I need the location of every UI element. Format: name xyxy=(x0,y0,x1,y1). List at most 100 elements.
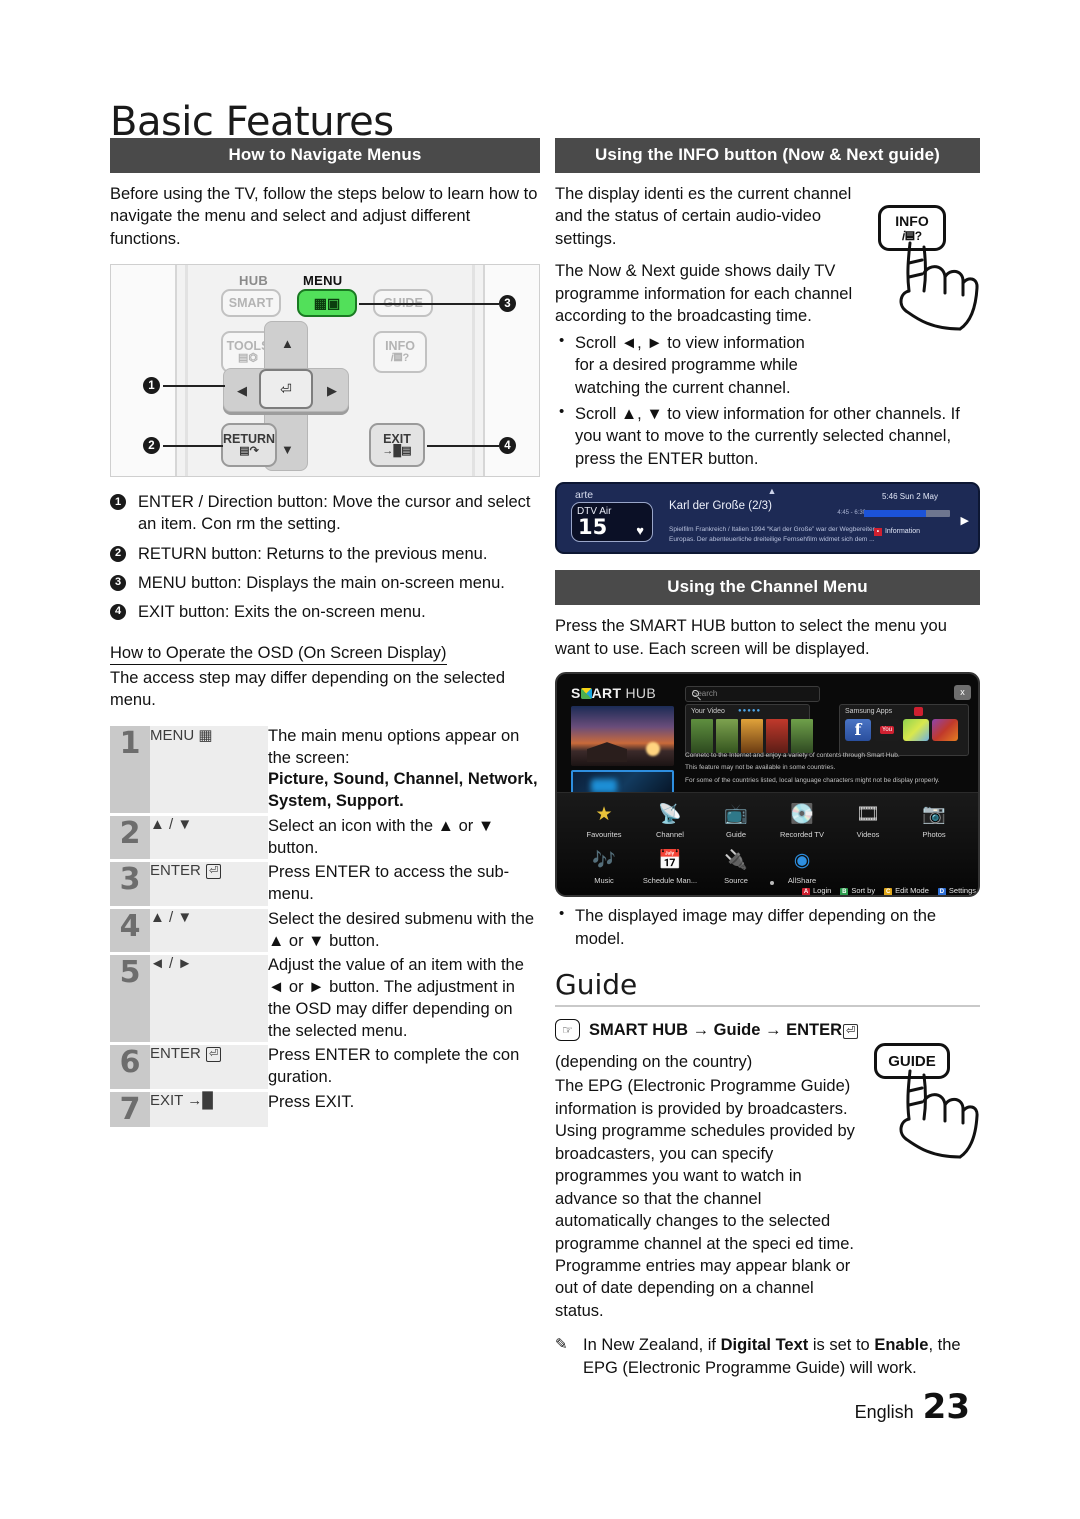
nz-note-mid: is set to xyxy=(808,1336,875,1355)
your-video-panel[interactable]: Your Video ●●●●● xyxy=(685,704,813,757)
samsung-apps-icons: f You xyxy=(845,719,958,742)
info-hand-figure: INFO 𝑖▤? xyxy=(860,205,980,331)
step-description: Select the desired submenu with the ▲ or… xyxy=(268,907,540,956)
apps-badge-icon xyxy=(914,707,923,717)
app-tile-recorded-tv[interactable]: 💽 Recorded TV xyxy=(769,799,835,840)
app-label: AllShare xyxy=(787,876,817,886)
footer-sort-by[interactable]: B Sort by xyxy=(840,886,875,896)
app-tile-schedule-manager[interactable]: 📅 Schedule Man... xyxy=(637,845,703,886)
remote-info-button[interactable]: INFO 𝑖▤? xyxy=(373,331,427,374)
info-paragraph-1: The display identi es the current channe… xyxy=(555,185,852,248)
manual-page: Basic Features How to Navigate Menus Bef… xyxy=(0,0,1080,1519)
infobar-channel-number: 15 xyxy=(578,515,608,540)
legend-bullet-1: 1 xyxy=(110,494,126,511)
app-label: Favourites xyxy=(586,830,622,840)
app-icon-green[interactable] xyxy=(903,719,929,742)
step-description: Press ENTER to access the sub-menu. xyxy=(268,860,540,909)
step-number: 1 xyxy=(110,725,150,816)
footer-edit-mode[interactable]: C Edit Mode xyxy=(884,886,929,896)
app-tile-photos[interactable]: 📷 Photos xyxy=(901,799,967,840)
footer-settings[interactable]: D Settings xyxy=(937,886,976,896)
list-item: 3 MENU button: Displays the main on-scre… xyxy=(110,572,540,594)
smart-hub-notes: Connetc to the Internet and enjoy a vari… xyxy=(685,750,975,787)
pointing-hand-icon xyxy=(899,241,979,331)
facebook-icon[interactable]: f xyxy=(845,719,871,742)
table-row: 4 ▲ / ▼ Select the desired submenu with … xyxy=(110,907,540,956)
dpad-right-icon[interactable]: ▶ xyxy=(327,384,337,397)
app-label: Source xyxy=(724,876,748,886)
list-item: Scroll ◄, ► to view information for a de… xyxy=(555,331,825,399)
step-key: MENU ▦ xyxy=(150,725,268,816)
app-tile-guide[interactable]: 📺 Guide xyxy=(703,799,769,840)
remote-control-figure: HUB MENU SMART ▦▣ GUIDE TOOLS ▤⏣ INFO 𝑖▤… xyxy=(110,264,540,478)
guide-menu-path: ☞ SMART HUB → Guide → ENTER ⏎ xyxy=(555,1019,980,1041)
favourites-icon: ★ xyxy=(595,803,613,825)
samsung-apps-title: Samsung Apps xyxy=(845,708,893,716)
source-icon: 🔌 xyxy=(724,849,748,871)
samsung-apps-panel[interactable]: Samsung Apps f You xyxy=(839,704,969,757)
remote-return-button[interactable]: RETURN ▤↷ xyxy=(221,423,277,468)
close-icon[interactable]: x xyxy=(954,685,971,701)
video-thumbnail[interactable] xyxy=(791,719,813,754)
step-number: 2 xyxy=(110,814,150,863)
dpad-left-icon[interactable]: ◀ xyxy=(237,384,247,397)
smart-hub-top: S ART HUB Search x Your Video ●●●●● Sams… xyxy=(557,674,978,805)
info-colour-key-icon: • xyxy=(873,528,882,537)
video-thumbnail[interactable] xyxy=(691,719,713,754)
video-thumbnail[interactable] xyxy=(766,719,788,754)
app-label: Schedule Man... xyxy=(642,876,698,886)
step-key: ENTER ⏎ xyxy=(150,860,268,909)
navigate-intro-text: Before using the TV, follow the steps be… xyxy=(110,185,538,248)
infobar-up-arrow-icon: ▲ xyxy=(767,486,777,497)
callout-2-number: 2 xyxy=(143,437,160,455)
legend-bullet-2: 2 xyxy=(110,545,126,562)
recorded-tv-icon: 💽 xyxy=(790,803,814,825)
remote-menu-button[interactable]: ▦▣ xyxy=(297,289,357,318)
guide-path-text: SMART HUB → Guide → ENTER ⏎ xyxy=(589,1021,859,1040)
dpad-down-icon[interactable]: ▼ xyxy=(281,443,294,456)
your-video-title: Your Video xyxy=(691,708,725,716)
step-key-label: EXIT xyxy=(150,1091,184,1109)
app-icon-purple[interactable] xyxy=(932,719,958,742)
infobar-right-arrow-icon[interactable]: ▶ xyxy=(961,514,969,527)
youtube-icon[interactable]: You xyxy=(874,719,900,742)
app-tile-allshare[interactable]: ◉ AllShare xyxy=(769,845,835,886)
step-key: ▲ / ▼ xyxy=(150,814,268,863)
smart-hub-logo-icon xyxy=(580,688,592,700)
legend-text-3: MENU button: Displays the main on-screen… xyxy=(138,573,505,592)
page-indicator-dot xyxy=(769,881,774,886)
remote-exit-button[interactable]: EXIT →█▤ xyxy=(369,423,425,468)
info-glyph-icon: 𝑖▤? xyxy=(390,352,410,365)
enter-glyph-icon: ⏎ xyxy=(280,380,292,397)
dpad-up-icon[interactable]: ▲ xyxy=(281,337,294,350)
infobar-information-label: Information xyxy=(884,528,920,536)
remote-smart-hub-button[interactable]: SMART xyxy=(221,289,281,318)
step-key: EXIT →█ xyxy=(150,1090,268,1127)
smart-hub-screenshot: S ART HUB Search x Your Video ●●●●● Sams… xyxy=(555,672,980,898)
infobar-clock: 5:46 Sun 2 May xyxy=(881,492,938,502)
step-key-label: MENU xyxy=(150,726,195,744)
search-input[interactable]: Search xyxy=(685,686,820,703)
app-tile-music[interactable]: 🎶 Music xyxy=(571,845,637,886)
dpad-enter-button[interactable]: ⏎ xyxy=(259,369,313,410)
app-tile-source[interactable]: 🔌 Source xyxy=(703,845,769,886)
step-desc-bold: Picture, Sound, Channel, Network, System… xyxy=(268,770,538,811)
video-thumbnail[interactable] xyxy=(741,719,763,754)
table-row: 5 ◄ / ► Adjust the value of an item with… xyxy=(110,953,540,1046)
allshare-icon: ◉ xyxy=(793,849,811,871)
app-tile-channel[interactable]: 📡 Channel xyxy=(637,799,703,840)
infobar-channel-name: arte xyxy=(575,489,594,502)
preview-video-large[interactable] xyxy=(571,706,674,767)
footer-login[interactable]: A Login xyxy=(801,886,831,896)
callout-line-1 xyxy=(163,385,225,387)
app-label: Recorded TV xyxy=(779,830,825,840)
sunset-glow xyxy=(646,742,660,757)
section-header-channel-menu: Using the Channel Menu xyxy=(555,570,980,606)
video-thumbnail[interactable] xyxy=(716,719,738,754)
info-bullet-list: Scroll ◄, ► to view information for a de… xyxy=(555,331,980,471)
app-tile-favourites[interactable]: ★ Favourites xyxy=(571,799,637,840)
list-item: 4 EXIT button: Exits the on-screen menu. xyxy=(110,601,540,623)
favourite-heart-icon: ♥ xyxy=(636,523,644,539)
hand-pointer-icon: ☞ xyxy=(555,1019,580,1041)
app-tile-videos[interactable]: 🎞 Videos xyxy=(835,799,901,840)
